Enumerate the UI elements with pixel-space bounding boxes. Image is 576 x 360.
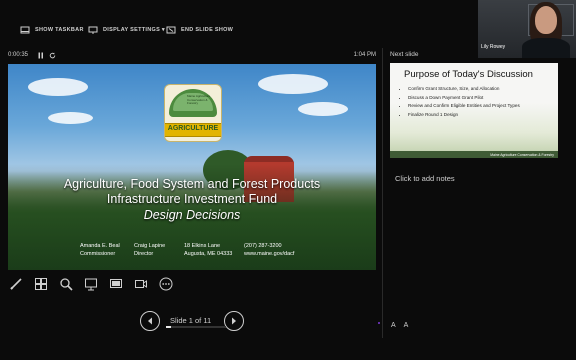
participant-name: Lily Rowey [481, 44, 506, 50]
increase-font-button[interactable]: A [391, 322, 396, 329]
logo-seal-text: Maine Agriculture Conservation & Forestr… [187, 94, 211, 106]
next-slide-preview[interactable]: Purpose of Today's Discussion Confirm Gr… [390, 63, 558, 158]
display-settings-button[interactable]: DISPLAY SETTINGS ▾ [88, 24, 165, 36]
logo-band-text: AGRICULTURE [167, 125, 219, 132]
webcam-feed: Lily Rowey [478, 0, 576, 58]
show-taskbar-button[interactable]: SHOW TASKBAR [20, 24, 84, 36]
end-show-icon [166, 25, 176, 35]
agriculture-logo: Maine Agriculture Conservation & Forestr… [164, 84, 222, 142]
elapsed-time: 0:00:35 [8, 52, 29, 58]
list-item: Confirm Grant Structure, Size, and Alloc… [408, 85, 520, 94]
slides-grid-icon[interactable] [33, 277, 48, 292]
next-slide-bullets: Confirm Grant Structure, Size, and Alloc… [398, 85, 520, 119]
pane-divider[interactable] [382, 48, 383, 338]
pen-icon[interactable] [8, 277, 23, 292]
slide-counter[interactable]: Slide 1 of 11 [170, 316, 211, 325]
participant-face [535, 6, 557, 34]
slide-pager: Slide 1 of 11 [140, 311, 252, 331]
contact-phone-web: (207) 287-3200 www.maine.gov/dacf [244, 243, 295, 257]
taskbar-icon [20, 25, 30, 35]
decrease-font-button[interactable]: A [404, 322, 409, 329]
display-icon [88, 25, 98, 35]
next-slide-title: Purpose of Today's Discussion [404, 69, 533, 80]
slide-title: Agriculture, Food System and Forest Prod… [63, 177, 321, 206]
pointer-icon[interactable] [83, 277, 98, 292]
next-slide-footer: Maine Agriculture Conservation & Forestr… [490, 153, 554, 157]
show-taskbar-label: SHOW TASKBAR [35, 27, 84, 33]
slide-progress-bar [166, 326, 226, 328]
list-item: Discuss a Down Payment Grant Pilot [408, 94, 520, 103]
list-item: Finalize Round 1 Design [408, 111, 520, 120]
end-slide-show-button[interactable]: END SLIDE SHOW [166, 24, 233, 36]
contact-commissioner: Amanda E. Beal Commissioner [80, 243, 120, 257]
notes-font-controls: A A [391, 322, 408, 329]
zoom-icon[interactable] [58, 277, 73, 292]
notes-area[interactable]: Click to add notes [395, 174, 455, 183]
restart-icon[interactable] [49, 52, 56, 61]
current-slide[interactable]: Maine Agriculture Conservation & Forestr… [8, 64, 376, 270]
next-slide-button[interactable] [224, 311, 244, 331]
slide-subtitle: Design Decisions [143, 208, 241, 222]
pause-icon[interactable] [38, 52, 44, 61]
end-slide-show-label: END SLIDE SHOW [181, 27, 234, 33]
list-item: Review and Confirm Eligible Entities and… [408, 102, 520, 111]
clock: 1:04 PM [353, 52, 376, 58]
slide-progress-fill [166, 326, 172, 328]
presenter-tools [8, 276, 173, 292]
black-screen-icon[interactable] [108, 277, 123, 292]
next-slide-label: Next slide [390, 51, 419, 58]
contact-director: Craig Lapine Director [134, 243, 166, 257]
more-icon[interactable] [158, 277, 173, 292]
display-settings-label: DISPLAY SETTINGS ▾ [103, 27, 165, 33]
contact-address: 18 Elkins Lane Augusta, ME 04333 [184, 243, 233, 257]
previous-slide-button[interactable] [140, 311, 160, 331]
laser-dot [378, 322, 380, 324]
timer-row: 0:00:35 1:04 PM [8, 52, 376, 62]
camera-icon[interactable] [133, 277, 148, 292]
